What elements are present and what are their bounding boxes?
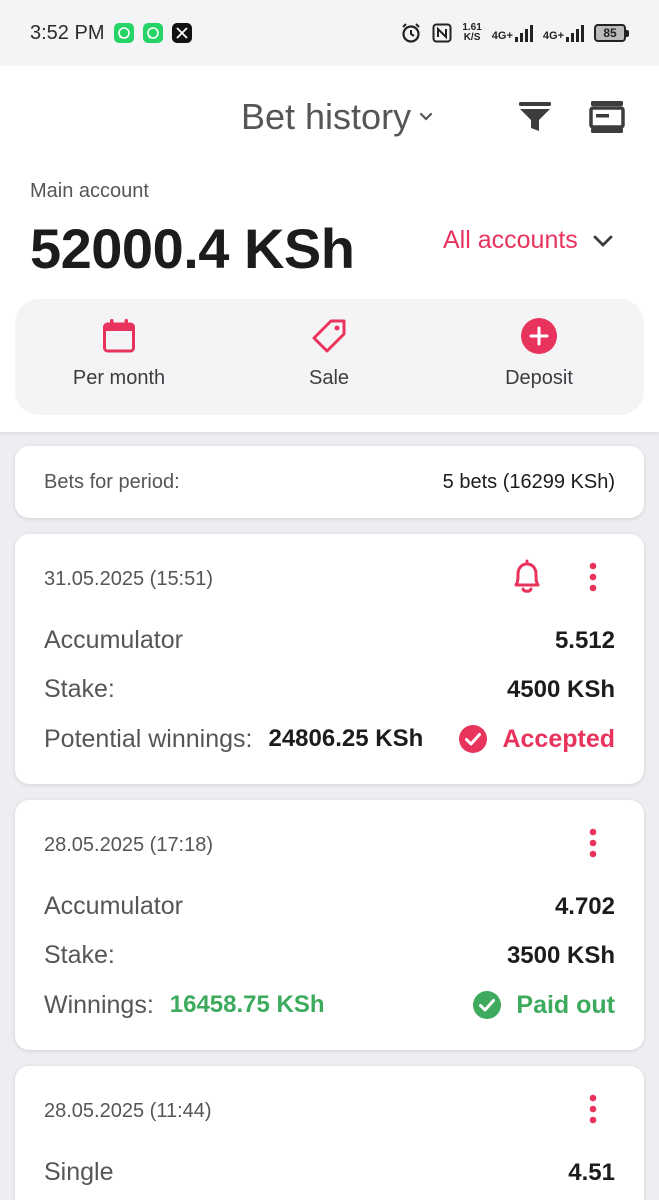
calendar-icon (103, 319, 135, 353)
status-right: 1.61 K/S 4G+ 4G+ 85 (400, 22, 629, 44)
per-month-label: Per month (72, 367, 166, 389)
deposit-label: Deposit (505, 367, 573, 389)
stake-label: Stake: (44, 675, 115, 703)
ticket-icon (589, 101, 625, 133)
notify-button[interactable] (508, 558, 546, 596)
network-1: 4G+ (492, 24, 533, 42)
page-title: Bet history (241, 96, 412, 137)
plus-circle-icon (521, 318, 557, 354)
account-balance: 52000.4 KSh (30, 217, 355, 280)
more-button[interactable] (580, 1092, 606, 1126)
winnings-label: Potential winnings: (44, 724, 253, 753)
chevron-down-icon (419, 112, 433, 121)
bet-type: Single (44, 1158, 114, 1186)
status-text: Paid out (516, 990, 615, 1019)
bet-date: 28.05.2025 (17:18) (44, 834, 214, 856)
status-time: 3:52 PM (30, 21, 105, 44)
more-vertical-icon (589, 828, 597, 858)
signal-icon (514, 24, 533, 42)
stake-row: Stake: 3500 KSh (44, 941, 615, 970)
sale-button[interactable]: Sale (244, 317, 414, 390)
bet-date: 31.05.2025 (15:51) (44, 568, 214, 590)
per-month-button[interactable]: Per month (34, 317, 204, 390)
battery-icon: 85 (594, 24, 629, 42)
bet-type-row: Accumulator 5.512 (44, 626, 615, 655)
tag-icon (312, 319, 346, 353)
bet-card[interactable]: 28.05.2025 (17:18) Accumulator 4.702 Sta… (15, 800, 644, 1050)
bet-slip-button[interactable] (588, 98, 626, 136)
account-selector-label: All accounts (443, 226, 578, 254)
bet-type-row: Single 4.51 (44, 1158, 615, 1187)
header: Bet history Main account 52000.4 KSh All… (0, 66, 659, 432)
signal-icon (566, 24, 584, 42)
stake-value: 4500 KSh (506, 675, 615, 703)
more-vertical-icon (589, 562, 597, 592)
bet-odds: 4.702 (554, 892, 615, 920)
status-badge: Paid out (472, 990, 615, 1020)
winnings-row: Winnings: 16458.75 KSh Paid out (44, 990, 615, 1020)
account-label: Main account (30, 180, 149, 202)
period-summary: Bets for period: 5 bets (16299 KSh) (15, 446, 644, 518)
winnings-value: 24806.25 KSh (268, 725, 424, 752)
whatsapp-icon (143, 23, 164, 43)
bet-type: Accumulator (44, 892, 183, 920)
stake-label: Stake: (44, 941, 115, 969)
check-circle-icon (459, 725, 488, 753)
whatsapp-icon (114, 23, 135, 43)
bet-odds: 4.51 (568, 1158, 615, 1186)
x-icon (172, 23, 193, 43)
more-button[interactable] (580, 826, 606, 860)
stake-value: 3500 KSh (506, 941, 615, 969)
winnings-row: Potential winnings: 24806.25 KSh Accepte… (44, 724, 615, 754)
bet-type: Accumulator (44, 626, 183, 654)
check-circle-icon (473, 991, 502, 1019)
alarm-icon (402, 23, 421, 43)
bell-icon (514, 559, 540, 593)
bet-card[interactable]: 28.05.2025 (11:44) Single 4.51 (15, 1066, 644, 1200)
sale-label: Sale (308, 367, 350, 389)
deposit-button[interactable]: Deposit (454, 317, 624, 390)
quick-actions: Per month Sale Deposit (15, 299, 644, 415)
bet-type-row: Accumulator 4.702 (44, 892, 615, 921)
period-value: 5 bets (16299 KSh) (442, 470, 615, 493)
winnings-label: Winnings: (44, 990, 154, 1019)
status-badge: Accepted (458, 724, 615, 754)
chevron-down-icon (593, 235, 613, 247)
more-vertical-icon (589, 1094, 597, 1124)
bet-date: 28.05.2025 (11:44) (44, 1100, 212, 1122)
winnings-value: 16458.75 KSh (169, 991, 325, 1018)
stake-row: Stake: 4500 KSh (44, 675, 615, 704)
bet-odds: 5.512 (554, 626, 615, 654)
more-button[interactable] (580, 560, 606, 594)
network-2: 4G+ (543, 24, 584, 42)
period-label: Bets for period: (44, 470, 180, 493)
filter-button[interactable] (516, 98, 554, 136)
filter-icon (519, 102, 551, 131)
status-text: Accepted (502, 724, 615, 753)
title-dropdown[interactable]: Bet history (241, 96, 433, 138)
net-speed: 1.61 K/S (462, 22, 482, 43)
bet-card[interactable]: 31.05.2025 (15:51) Accumulator 5.512 Sta… (15, 534, 644, 784)
account-selector[interactable]: All accounts (443, 226, 614, 255)
status-bar: 3:52 PM 1.61 K/S 4G+ 4G+ 85 (0, 0, 659, 66)
nfc-icon (432, 23, 452, 43)
